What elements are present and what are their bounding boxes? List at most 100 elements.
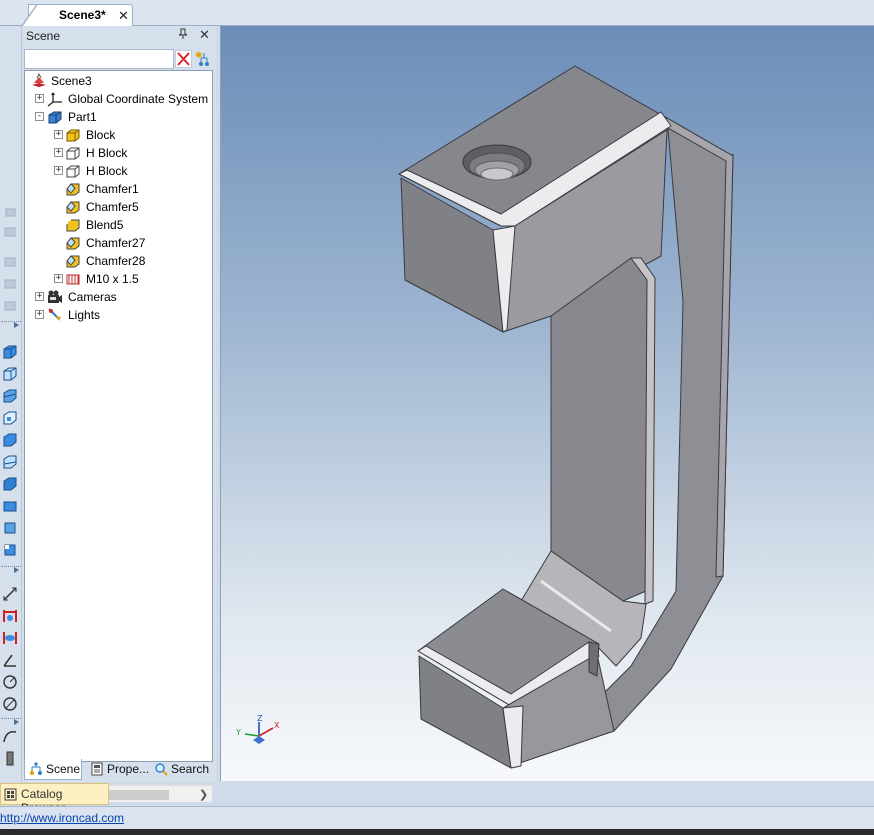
tree-node-label: Chamfer5: [86, 200, 139, 214]
battery-icon[interactable]: [2, 750, 18, 766]
tree-node-label: Block: [86, 128, 116, 142]
cube-corner-icon[interactable]: [2, 542, 18, 558]
angle-icon[interactable]: [2, 652, 18, 668]
expand-toggle[interactable]: +: [54, 148, 63, 157]
triad-y-label: Y: [235, 728, 241, 737]
split-box-icon[interactable]: [2, 388, 18, 404]
close-icon[interactable]: ✕: [199, 27, 210, 43]
tab-label: Prope...: [107, 762, 150, 776]
tree-node-label: Lights: [68, 308, 101, 322]
tree-node-label: H Block: [86, 164, 128, 178]
expand-toggle[interactable]: +: [35, 292, 44, 301]
document-tab-label: Scene3*: [59, 8, 106, 22]
tab-scene[interactable]: Scene: [24, 759, 82, 780]
wire-box-icon[interactable]: [2, 366, 18, 382]
panel-title: Scene: [26, 29, 61, 43]
toolbar-overflow-arrow[interactable]: [1, 718, 21, 725]
chamfer-icon: [66, 183, 80, 196]
faded-tool-icon[interactable]: [2, 254, 18, 270]
faded-tool-icon[interactable]: [2, 298, 18, 314]
tree-node-label: H Block: [86, 146, 128, 160]
collapse-toggle[interactable]: -: [35, 112, 44, 121]
shell-box-icon[interactable]: [2, 432, 18, 448]
expand-toggle[interactable]: +: [54, 274, 63, 283]
expand-toggle[interactable]: +: [54, 130, 63, 139]
tree-node-global-coordinate-system[interactable]: + Global Coordinate System: [33, 90, 213, 108]
c-clamp-model[interactable]: [221, 26, 874, 781]
pin-icon[interactable]: [178, 28, 188, 43]
hollow-box-icon[interactable]: [2, 410, 18, 426]
tree-node-label: Chamfer27: [86, 236, 146, 250]
cut-box-icon[interactable]: [2, 454, 18, 470]
tree-node-blend5[interactable]: Blend5: [52, 216, 212, 234]
tree-node-label: Blend5: [86, 218, 124, 232]
tree-node-label: M10 x 1.5: [86, 272, 139, 286]
expand-toggle[interactable]: +: [35, 94, 44, 103]
tree-node-chamfer27[interactable]: Chamfer27: [52, 234, 212, 252]
light-icon: [48, 308, 61, 321]
triad-x-label: X: [274, 721, 280, 730]
camera-icon: [48, 290, 62, 303]
dimension-icon[interactable]: [2, 608, 18, 624]
tree-node-block[interactable]: + Block: [52, 126, 212, 144]
coordinate-triad-icon: Z X Y: [235, 714, 280, 744]
coordinate-system-icon: [47, 92, 62, 107]
circle-measure-icon[interactable]: [2, 674, 18, 690]
cube-icon[interactable]: [2, 520, 18, 536]
expand-toggle[interactable]: +: [54, 166, 63, 175]
scroll-right-icon[interactable]: ❯: [199, 788, 208, 801]
tree-node-h-block[interactable]: + H Block: [52, 162, 212, 180]
box-shape-icon[interactable]: [2, 344, 18, 360]
solid-box-icon[interactable]: [2, 476, 18, 492]
close-tab-icon[interactable]: ✕: [118, 8, 129, 24]
tree-node-scene3[interactable]: Scene3: [27, 72, 207, 90]
toolbar-overflow-arrow[interactable]: [1, 321, 21, 328]
tree-node-h-block[interactable]: + H Block: [52, 144, 212, 162]
tree-node-cameras[interactable]: + Cameras: [33, 288, 213, 306]
panel-bottom-tabs: Scene Prope... Search: [22, 759, 216, 781]
tree-node-chamfer1[interactable]: Chamfer1: [52, 180, 212, 198]
tree-node-label: Part1: [68, 110, 97, 124]
tree-node-label: Global Coordinate System: [68, 92, 209, 106]
tree-node-chamfer28[interactable]: Chamfer28: [52, 252, 212, 270]
catalog-browser-tab[interactable]: Catalog Browser: [0, 783, 109, 815]
tree-node-label: Cameras: [68, 290, 117, 304]
triad-z-label: Z: [257, 714, 263, 723]
tree-node-part1[interactable]: - Part1: [33, 108, 213, 126]
tree-node-chamfer5[interactable]: Chamfer5: [52, 198, 212, 216]
website-link[interactable]: http://www.ironcad.com: [0, 811, 124, 825]
clear-search-icon[interactable]: [175, 50, 192, 68]
scene-tree: Scene3 + Global Coordinate System - Part…: [24, 70, 213, 802]
faded-tool-icon[interactable]: [2, 204, 18, 220]
tab-search[interactable]: Search: [150, 759, 212, 780]
properties-icon: [91, 762, 103, 776]
tree-node-m10-thread[interactable]: + M10 x 1.5: [52, 270, 212, 288]
scene-icon: [32, 73, 46, 87]
left-toolbar: [0, 26, 22, 782]
diameter-icon[interactable]: [2, 696, 18, 712]
tree-node-lights[interactable]: + Lights: [33, 306, 213, 324]
extrude-icon[interactable]: [2, 498, 18, 514]
eye-dimension-icon[interactable]: [2, 630, 18, 646]
search-input[interactable]: [24, 49, 174, 69]
tab-label: Search: [171, 762, 210, 776]
part-icon: [48, 111, 62, 124]
3d-viewport[interactable]: Z X Y: [220, 26, 874, 781]
document-tab-scene3[interactable]: Scene3* ✕: [21, 4, 133, 27]
filter-icon[interactable]: ✱: [194, 50, 212, 68]
hole-block-icon: [66, 165, 80, 178]
faded-tool-icon[interactable]: [2, 224, 18, 240]
tree-node-label: Scene3: [51, 74, 92, 88]
status-bar: http://www.ironcad.com: [0, 806, 874, 829]
measure-icon[interactable]: [2, 586, 18, 602]
tab-properties[interactable]: Prope...: [86, 759, 152, 780]
toolbar-overflow-arrow[interactable]: [1, 566, 21, 573]
tab-label: Scene: [46, 762, 81, 776]
curve-icon[interactable]: [2, 728, 18, 744]
blend-icon: [66, 219, 80, 232]
thread-icon: [66, 274, 80, 285]
expand-toggle[interactable]: +: [35, 310, 44, 319]
chamfer-icon: [66, 237, 80, 250]
document-tab-strip: Scene3* ✕: [0, 0, 874, 27]
faded-tool-icon[interactable]: [2, 276, 18, 292]
